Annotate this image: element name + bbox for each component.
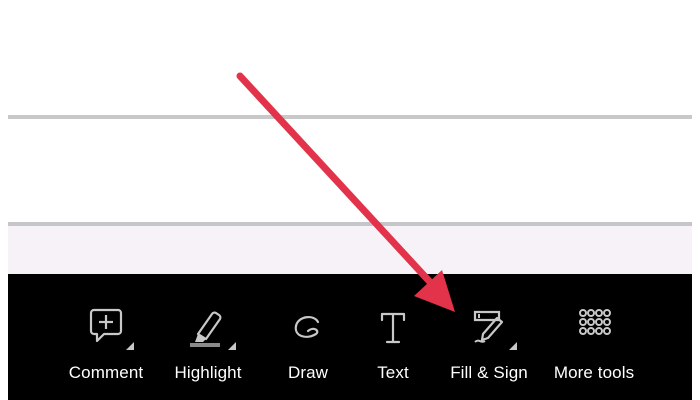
document-rule-line: [8, 115, 692, 119]
comment-tool-label: Comment: [68, 363, 144, 382]
highlight-tool-button[interactable]: Highlight: [170, 274, 246, 400]
more-tools-button[interactable]: More tools: [548, 274, 640, 400]
text-icon: [363, 304, 423, 354]
draw-icon: [278, 304, 338, 354]
text-tool-button[interactable]: Text: [363, 274, 423, 400]
text-tool-label: Text: [377, 363, 409, 382]
fill-sign-tool-button[interactable]: Fill & Sign: [448, 274, 530, 400]
comment-add-icon: [76, 304, 136, 354]
highlight-marker-icon: [178, 304, 238, 354]
comment-tool-button[interactable]: Comment: [66, 274, 146, 400]
bottom-toolbar: Comment Highlight Draw Text Fill & Sign …: [8, 274, 692, 400]
document-tint-band: [8, 226, 692, 276]
fill-sign-icon: [459, 304, 519, 354]
more-tools-label: More tools: [553, 363, 635, 382]
document-page: Comment Highlight Draw Text Fill & Sign …: [0, 0, 700, 400]
highlight-tool-label: Highlight: [174, 363, 242, 382]
fill-sign-tool-label: Fill & Sign: [450, 363, 528, 382]
draw-tool-button[interactable]: Draw: [278, 274, 338, 400]
draw-tool-label: Draw: [287, 363, 329, 382]
grid-dots-icon: [564, 304, 624, 354]
